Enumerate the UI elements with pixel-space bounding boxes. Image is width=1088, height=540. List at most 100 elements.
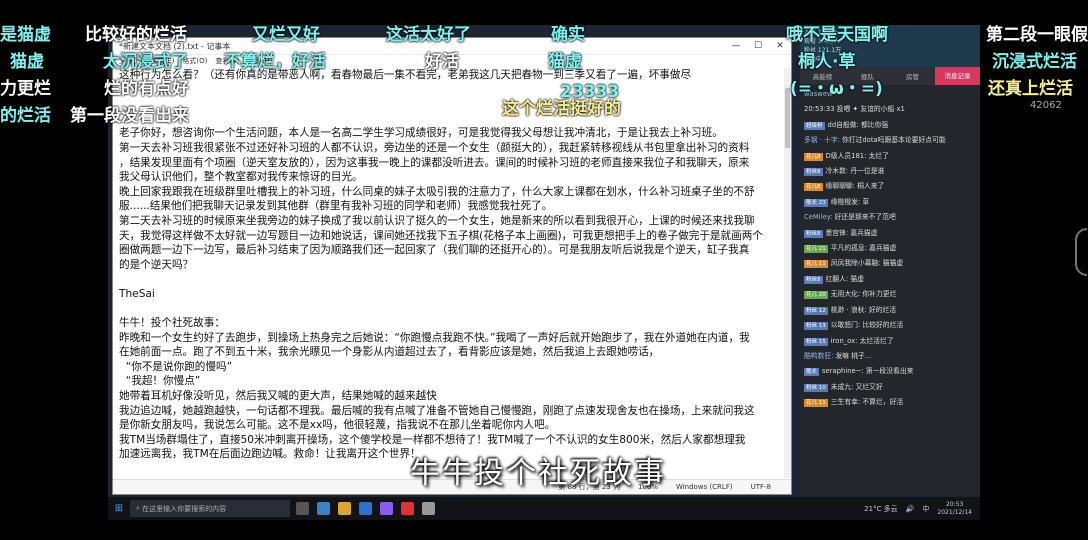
minimize-button[interactable]: — <box>725 41 747 51</box>
fan-medal-badge[interactable]: 花儿 21 <box>804 245 828 254</box>
chat-text: seraphine~: 第一段没看出来 <box>822 367 914 376</box>
fan-medal-badge[interactable]: 超级粉 <box>804 121 825 130</box>
text-line: 她带着耳机好像没听见，然后我又喊的更大声，结果她喊的越来越快 <box>119 390 437 403</box>
menu-format[interactable]: 格式(O) <box>182 56 207 66</box>
volume-icon[interactable]: 🔊 <box>906 505 915 513</box>
app-icon[interactable] <box>401 502 414 515</box>
viewer-number: 42062 <box>1030 100 1062 111</box>
chat-message: 粉丝8 冷木数: 丹一位是谁 <box>804 164 976 179</box>
edge-icon[interactable] <box>317 502 330 515</box>
scroll-arc-icon <box>1075 228 1087 276</box>
notepad-scrollbar[interactable] <box>784 68 791 478</box>
tab-admin[interactable]: 房管 <box>890 71 935 81</box>
top-user: waswew <box>804 87 976 102</box>
store-icon[interactable] <box>359 502 372 515</box>
notepad-title: *新建文本文档 (2).txt - 记事本 <box>119 41 231 51</box>
notepad-titlebar: *新建文本文档 (2).txt - 记事本 — ☐ ✕ <box>113 38 791 55</box>
fan-medal-badge[interactable]: 粉丝8 <box>804 168 823 177</box>
fan-medal-badge[interactable]: 花儿 20 <box>804 291 828 300</box>
chat-message-list[interactable]: waswew 20:53:33 投喂 ✦ 友谊的小船 x1 超级粉 dd自般做: … <box>800 85 980 413</box>
text-line: 我TM当场群塌住了，直接50米冲刺离开操场，这个傻学校是一样都不想待了！我TM喊… <box>119 433 746 446</box>
chat-username[interactable]: 多钢 · 十字: <box>804 136 840 144</box>
notepad-window: *新建文本文档 (2).txt - 记事本 — ☐ ✕ 文件(F) 编辑(E) … <box>112 37 792 495</box>
chat-message: 粉丝 13 以敢怒门: 比较好的烂活 <box>804 318 976 333</box>
left-black-bar <box>0 25 108 520</box>
notepad-icon[interactable] <box>422 502 435 515</box>
tab-messages[interactable]: 消息记录 <box>935 67 980 85</box>
chat-message: 粉丝 10 未成九: 又烂又好 <box>804 380 976 395</box>
chat-text: 未成九: 又烂又好 <box>830 382 883 391</box>
chat-message: 超级粉 dd自般做: 都比你强 <box>804 118 976 133</box>
gift-notice: 20:53:33 投喂 ✦ 友谊的小船 x1 <box>804 105 905 114</box>
chat-message: 粉丝8 扛翻人: 猫虚 <box>804 272 976 287</box>
chat-text: 发嘛 桃子... <box>835 351 872 360</box>
folder-icon[interactable] <box>338 502 351 515</box>
status-eol: Windows (CRLF) <box>675 483 733 491</box>
clock[interactable]: 20:53 2021/12/14 <box>937 501 972 517</box>
text-line: 我边追边喊，她越跑越快，一句话都不理我。最后喊的我有点喊了准备不管她自己慢慢跑，… <box>119 404 755 417</box>
menu-view[interactable]: 查看(V) <box>215 56 239 66</box>
notepad-text-area[interactable]: 这种行为怎么看？（还有你真的是带恶人啊，看春物最后一集不看完，老弟我这几天把春物… <box>119 68 783 478</box>
chat-text: 三生有幸: 不算烂，好活 <box>830 398 904 407</box>
text-line: TheSai <box>119 287 155 300</box>
chat-message: 粉丝 15 iron_ox: 太烂活烂了 <box>804 334 976 349</box>
text-line: 是你新女朋友吗，我说怎么可能。这不是xx吗，他很轻蔑，指我说不在那儿坐着呢你内人… <box>119 419 556 432</box>
menu-edit[interactable]: 编辑(E) <box>151 56 175 66</box>
text-line: 老子你好，想咨询你一个生活问题，本人是一名高二学生学习成绩很好，可是我觉得我父母… <box>119 127 723 140</box>
fan-medal-badge[interactable]: 花儿 11 <box>804 260 828 269</box>
chat-message: 花儿 21 平凡的孤息: 嘉兵猫虚 <box>804 241 976 256</box>
close-button[interactable]: ✕ <box>769 41 791 51</box>
text-line: 在她前面一点。跑了不到五十米，我余光瞟见一个身影从内道超过去了，看背影应该是她，… <box>119 346 660 359</box>
chat-header-line: 直播中 <box>804 56 823 63</box>
text-line: 服......结果他们把我聊天记录发到其他群（群里有我补习班的同学和老师）我感觉… <box>119 200 553 213</box>
fan-medal-badge[interactable]: 花儿8 <box>804 183 823 192</box>
chat-text: 好还是那来不了范吧 <box>834 213 896 222</box>
fan-medal-badge[interactable]: 粉丝 10 <box>804 383 828 392</box>
clock-time: 20:53 <box>946 500 964 508</box>
chat-text: dd自般做: 都比你强 <box>827 120 889 129</box>
fan-medal-badge[interactable]: 舰长 23 <box>804 198 828 207</box>
chat-text: 桃渺 · 浪秋: 好的烂活 <box>830 305 897 314</box>
text-line <box>119 97 783 112</box>
task-view-icon[interactable] <box>296 502 309 515</box>
text-line: 的是个逆天吗？ <box>119 258 194 271</box>
fan-medal-badge[interactable]: 粉丝8 <box>804 275 823 284</box>
fan-medal-badge[interactable]: 花儿8 <box>804 152 823 161</box>
text-line <box>119 302 783 317</box>
windows-start-icon[interactable]: ⊞ <box>108 503 130 514</box>
chat-message: 酷鸭数狂: 发嘛 桃子... <box>804 349 976 364</box>
fan-medal-badge[interactable]: 粉丝 13 <box>804 322 828 331</box>
scrollbar-thumb[interactable] <box>785 88 790 148</box>
text-line: “我超！你慢点” <box>119 375 201 388</box>
chat-message: 花儿 11 凤凤我除小幕脑: 猫猫虚 <box>804 256 976 271</box>
search-placeholder: 在这里输入你要搜索的内容 <box>142 504 227 513</box>
taskbar-search-box[interactable]: ⌕ 在这里输入你要搜索的内容 <box>130 500 290 517</box>
menu-help[interactable]: 帮助(H) <box>248 56 273 66</box>
fan-medal-badge[interactable]: 花儿 11 <box>804 399 828 408</box>
text-line: 第一天去补习班我很紧张不过还好补习班的人都不认识，旁边坐的还是一个女生（颜挺大的… <box>119 141 750 154</box>
chat-header-line: 观看 1.4万人 <box>804 38 840 45</box>
text-line: 圈做两题一边下一边写，最后补习结束了因为顺路我们还一起回家了（我们聊的还挺开心的… <box>119 244 750 257</box>
live-chat-panel: 人气 1000+ 观看 1.4万人 粉丝 121.1万 直播中 高能榜 舰队 房… <box>800 25 980 495</box>
stream-frame: *新建文本文档 (2).txt - 记事本 — ☐ ✕ 文件(F) 编辑(E) … <box>0 0 1088 540</box>
chat-header-line: 粉丝 121.1万 <box>804 47 842 54</box>
maximize-button[interactable]: ☐ <box>747 41 769 51</box>
chat-text: 缘橙橙发: 草 <box>830 197 870 206</box>
chat-username[interactable]: 酷鸭数狂: <box>804 352 833 360</box>
chat-text: 扛翻人: 猫虚 <box>825 274 864 283</box>
fan-medal-badge[interactable]: 粉丝 12 <box>804 306 828 315</box>
fan-medal-badge[interactable]: 舰长 <box>804 368 820 377</box>
menu-file[interactable]: 文件(F) <box>119 56 143 66</box>
app-icon[interactable] <box>380 502 393 515</box>
weather-text[interactable]: 21°C 多云 <box>864 504 898 514</box>
text-line: 昨晚和一个女生约好了去跑步，到操场上热身完之后她说：“你跑慢点我跑不快。”我喝了… <box>119 331 750 344</box>
chat-text: 你打过dota吗跟基本论要好点可能 <box>841 136 946 145</box>
tab-rank[interactable]: 高能榜 <box>800 71 845 81</box>
tab-fleet[interactable]: 舰队 <box>845 71 890 81</box>
fan-medal-badge[interactable]: 粉丝 15 <box>804 337 828 346</box>
chat-username[interactable]: CeMiley: <box>804 213 833 221</box>
ime-indicator[interactable]: 中 <box>922 504 929 514</box>
fan-medal-badge[interactable]: 粉丝8 <box>804 229 823 238</box>
chat-header-line: 人气 1000+ <box>804 29 839 36</box>
text-line <box>119 112 783 127</box>
